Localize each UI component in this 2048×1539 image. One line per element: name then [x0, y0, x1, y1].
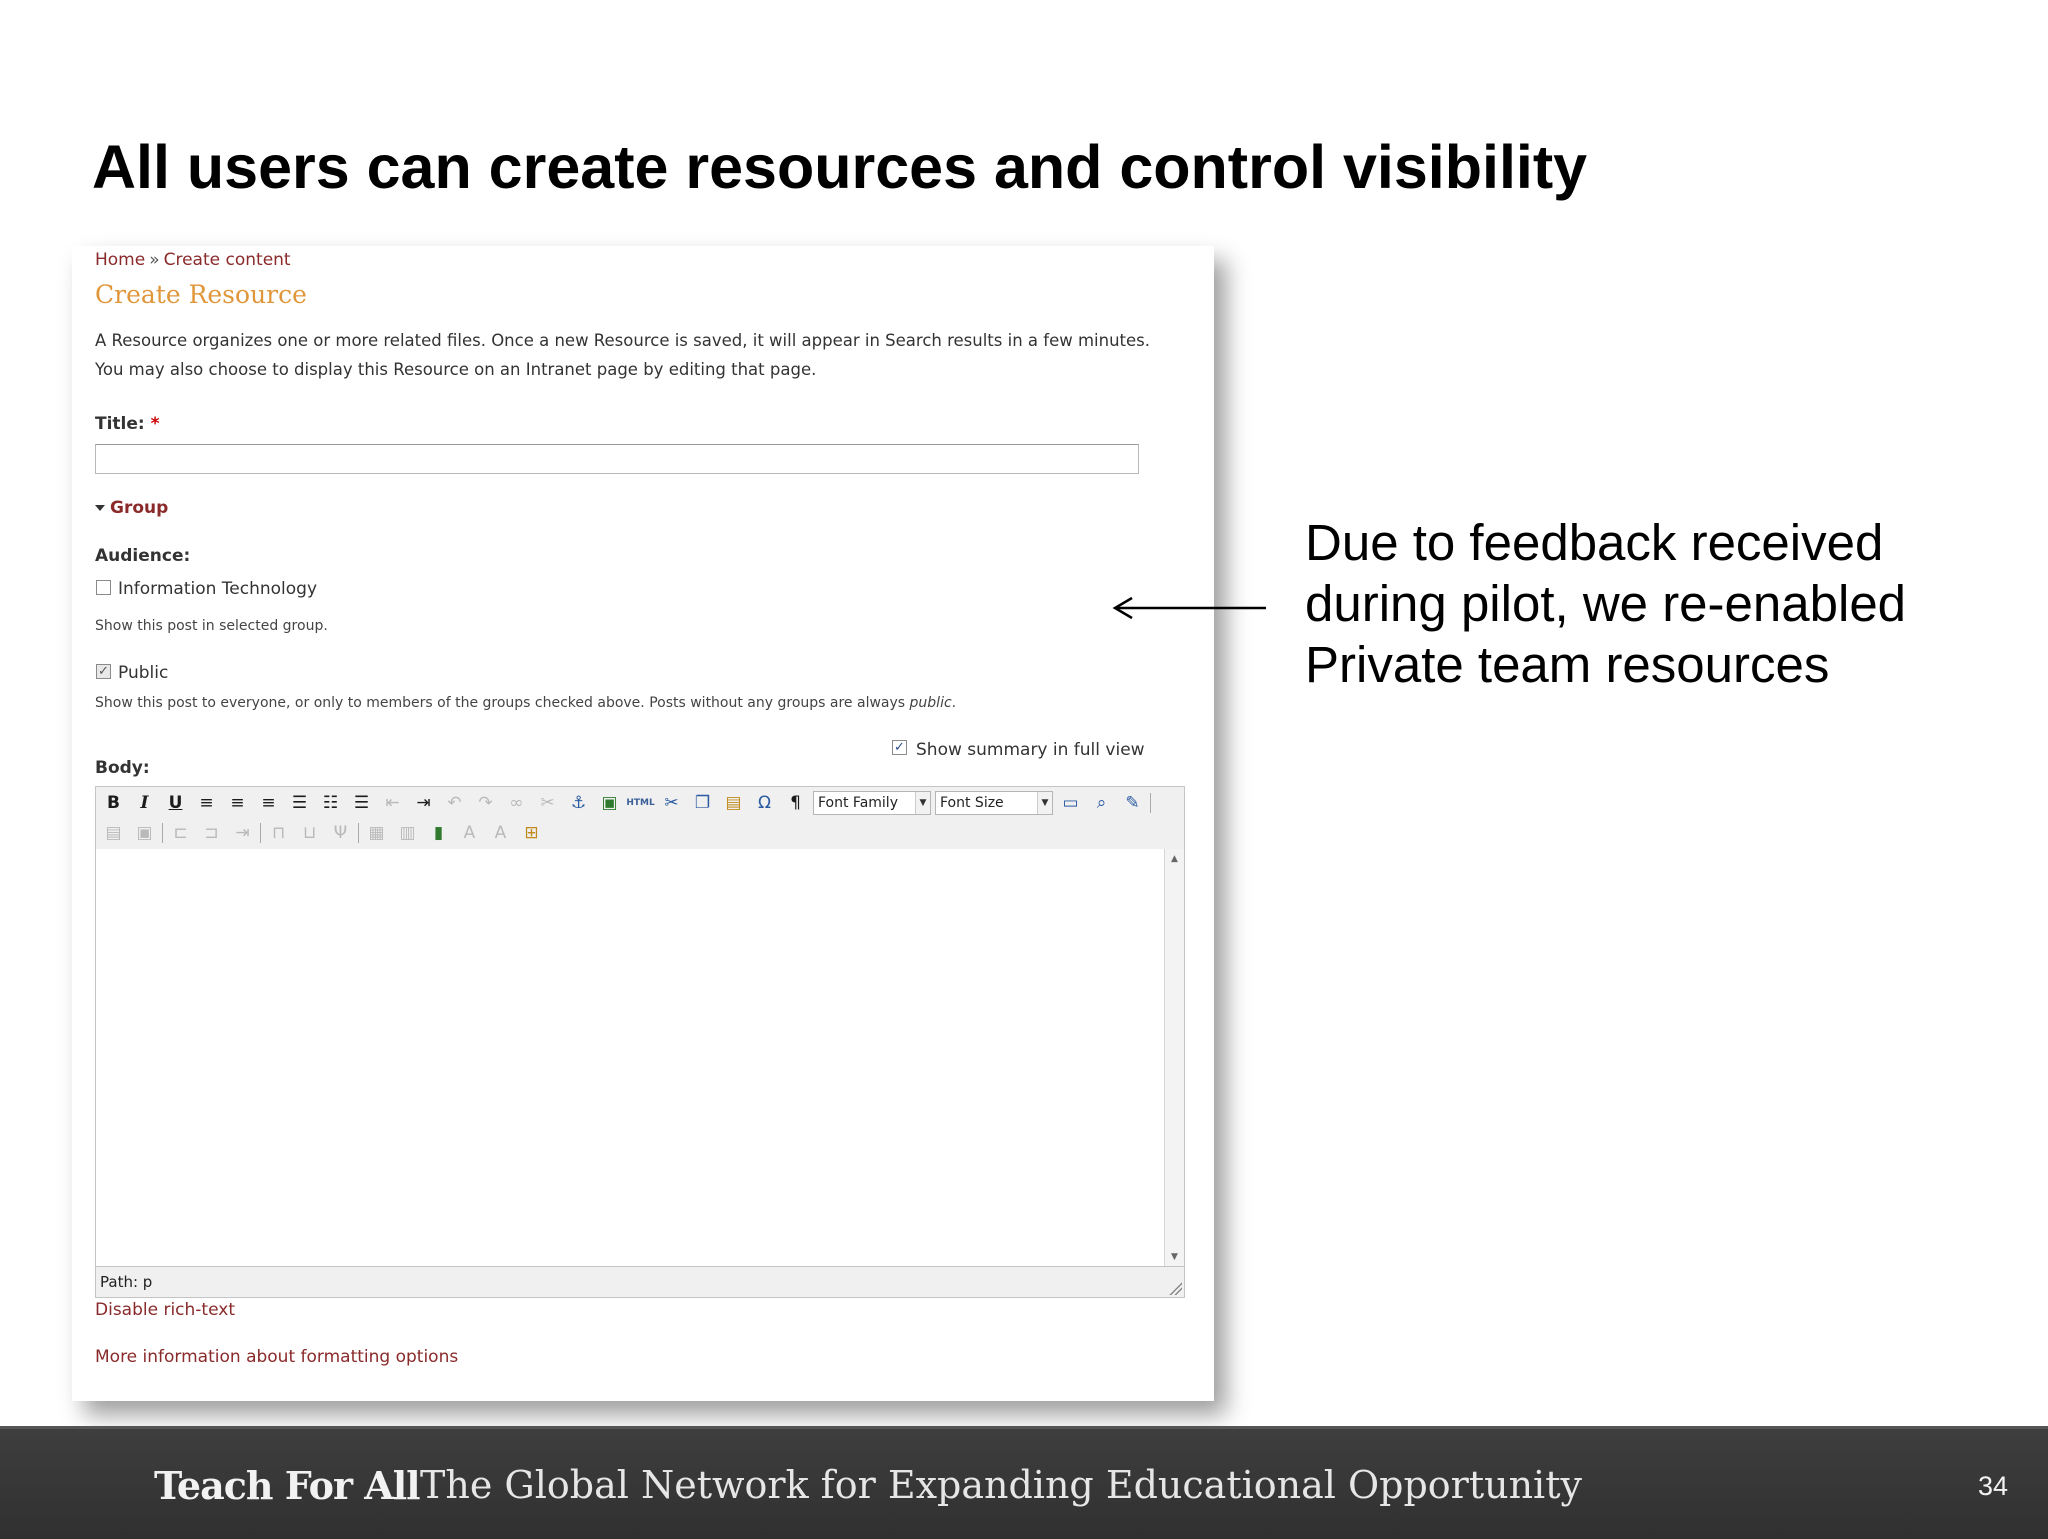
slide-title: All users can create resources and contr…: [92, 133, 1588, 201]
brand-tagline: The Global Network for Expanding Educati…: [420, 1463, 1582, 1507]
public-help-text: Show this post to everyone, or only to m…: [95, 695, 956, 711]
public-help-emphasis: public: [909, 695, 952, 711]
arrow-left-icon: [1112, 596, 1266, 620]
text-color-icon[interactable]: A: [487, 821, 514, 845]
toolbar-separator: [358, 823, 359, 843]
paste-icon[interactable]: ▤: [720, 791, 747, 815]
align-center-icon[interactable]: ≡: [224, 791, 251, 815]
merge-cells-icon[interactable]: ▥: [394, 821, 421, 845]
split-cells-icon[interactable]: ▦: [363, 821, 390, 845]
public-help-main: Show this post to everyone, or only to m…: [95, 695, 906, 711]
breadcrumb-create-content-link[interactable]: Create content: [164, 250, 291, 270]
editor-toolbar: B I U ≡ ≡ ≡ ☰ ☷ ☰ ⇤ ⇥ ↶ ↷ ∞ ✂ ⚓ ▣ HTML ✂…: [96, 787, 1184, 850]
special-character-icon[interactable]: Ω: [751, 791, 778, 815]
slide-footer: Teach For All The Global Network for Exp…: [0, 1426, 2048, 1539]
align-right-icon[interactable]: ≡: [255, 791, 282, 815]
html-source-button[interactable]: HTML: [626, 791, 654, 815]
insert-column-after-icon[interactable]: ⊔: [296, 821, 323, 845]
table-row-props-icon[interactable]: ▤: [100, 821, 127, 845]
formatting-options-link[interactable]: More information about formatting option…: [95, 1347, 458, 1367]
scroll-up-icon[interactable]: ▲: [1165, 851, 1184, 867]
group-fieldset-toggle[interactable]: Group: [95, 498, 168, 518]
page-heading: Create Resource: [95, 280, 307, 309]
anchor-icon[interactable]: ⚓: [565, 791, 592, 815]
description-line-2: You may also choose to display this Reso…: [95, 360, 817, 379]
rich-text-editor: B I U ≡ ≡ ≡ ☰ ☷ ☰ ⇤ ⇥ ↶ ↷ ∞ ✂ ⚓ ▣ HTML ✂…: [95, 786, 1185, 1298]
media-icon[interactable]: ▮: [425, 821, 452, 845]
edit-css-icon[interactable]: ✎: [1119, 791, 1146, 815]
toolbar-separator: [1150, 793, 1151, 813]
font-family-select[interactable]: Font Family ▼: [813, 791, 931, 815]
show-summary-label[interactable]: Show summary in full view: [916, 740, 1145, 760]
redo-icon[interactable]: ↷: [472, 791, 499, 815]
public-label[interactable]: Public: [118, 663, 168, 683]
editor-content-area[interactable]: [96, 849, 1166, 1267]
toolbar-row-1: B I U ≡ ≡ ≡ ☰ ☷ ☰ ⇤ ⇥ ↶ ↷ ∞ ✂ ⚓ ▣ HTML ✂…: [100, 789, 1151, 817]
underline-button[interactable]: U: [162, 791, 189, 815]
title-label: Title: *: [95, 414, 160, 434]
font-size-value: Font Size: [940, 795, 1004, 811]
caret-down-icon: [95, 505, 105, 511]
breadcrumb-separator: »: [149, 250, 160, 270]
insert-row-before-icon[interactable]: ⊏: [167, 821, 194, 845]
undo-icon[interactable]: ↶: [441, 791, 468, 815]
delete-column-icon[interactable]: Ψ: [327, 821, 354, 845]
body-label: Body:: [95, 758, 150, 778]
show-summary-checkbox[interactable]: ✓: [892, 740, 907, 755]
element-path: Path: p: [100, 1273, 153, 1291]
public-help-end: .: [951, 695, 957, 711]
font-size-select[interactable]: Font Size ▼: [935, 791, 1053, 815]
delete-row-icon[interactable]: ⇥: [229, 821, 256, 845]
align-left-icon[interactable]: ≡: [193, 791, 220, 815]
brand-logo: Teach For All: [154, 1463, 421, 1508]
insert-template-icon[interactable]: ⊞: [518, 821, 545, 845]
toolbar-separator: [162, 823, 163, 843]
breadcrumb-home-link[interactable]: Home: [95, 250, 145, 270]
page-number: 34: [1977, 1471, 2008, 1501]
public-checkbox[interactable]: ✓: [96, 664, 111, 679]
disable-rich-text-link[interactable]: Disable rich-text: [95, 1300, 235, 1320]
audience-label: Audience:: [95, 546, 191, 566]
bullet-list-icon[interactable]: ☷: [317, 791, 344, 815]
scroll-down-icon[interactable]: ▼: [1165, 1249, 1184, 1265]
table-cell-props-icon[interactable]: ▣: [131, 821, 158, 845]
strikethrough-icon[interactable]: A: [456, 821, 483, 845]
title-label-text: Title:: [95, 414, 145, 434]
title-input[interactable]: [95, 444, 1139, 474]
outdent-icon[interactable]: ⇤: [379, 791, 406, 815]
bold-button[interactable]: B: [100, 791, 127, 815]
insert-row-after-icon[interactable]: ⊐: [198, 821, 225, 845]
create-resource-screenshot: Home» Create content Create Resource A Re…: [72, 246, 1214, 1401]
cut-icon[interactable]: ✂: [658, 791, 685, 815]
find-replace-icon[interactable]: ⌕: [1088, 791, 1115, 815]
editor-statusbar: Path: p: [96, 1266, 1184, 1297]
paragraph-mark-icon[interactable]: ¶: [782, 791, 809, 815]
toolbar-row-2: ▤ ▣ ⊏ ⊐ ⇥ ⊓ ⊔ Ψ ▦ ▥ ▮ A A ⊞: [100, 819, 545, 847]
indent-icon[interactable]: ⇥: [410, 791, 437, 815]
editor-scrollbar[interactable]: ▲ ▼: [1164, 849, 1184, 1267]
description-line-1: A Resource organizes one or more related…: [95, 331, 1150, 350]
align-justify-icon[interactable]: ☰: [286, 791, 313, 815]
group-help-text: Show this post in selected group.: [95, 618, 328, 634]
page-description: A Resource organizes one or more related…: [95, 326, 1150, 384]
group-toggle-label: Group: [110, 498, 169, 518]
image-icon[interactable]: ▣: [596, 791, 623, 815]
insert-column-before-icon[interactable]: ⊓: [265, 821, 292, 845]
link-icon[interactable]: ∞: [503, 791, 530, 815]
numbered-list-icon[interactable]: ☰: [348, 791, 375, 815]
chevron-down-icon: ▼: [1037, 792, 1052, 814]
copy-icon[interactable]: ❐: [689, 791, 716, 815]
breadcrumb: Home» Create content: [95, 250, 291, 270]
annotation-note: Due to feedback received during pilot, w…: [1305, 514, 1907, 693]
fullscreen-icon[interactable]: ▭: [1057, 791, 1084, 815]
toolbar-separator: [260, 823, 261, 843]
information-technology-checkbox[interactable]: [96, 580, 111, 595]
italic-button[interactable]: I: [131, 791, 158, 815]
font-family-value: Font Family: [818, 795, 898, 811]
resize-grip-icon[interactable]: [1168, 1281, 1182, 1295]
required-marker: *: [150, 414, 160, 434]
unlink-icon[interactable]: ✂: [534, 791, 561, 815]
information-technology-label[interactable]: Information Technology: [118, 579, 317, 599]
chevron-down-icon: ▼: [915, 792, 930, 814]
